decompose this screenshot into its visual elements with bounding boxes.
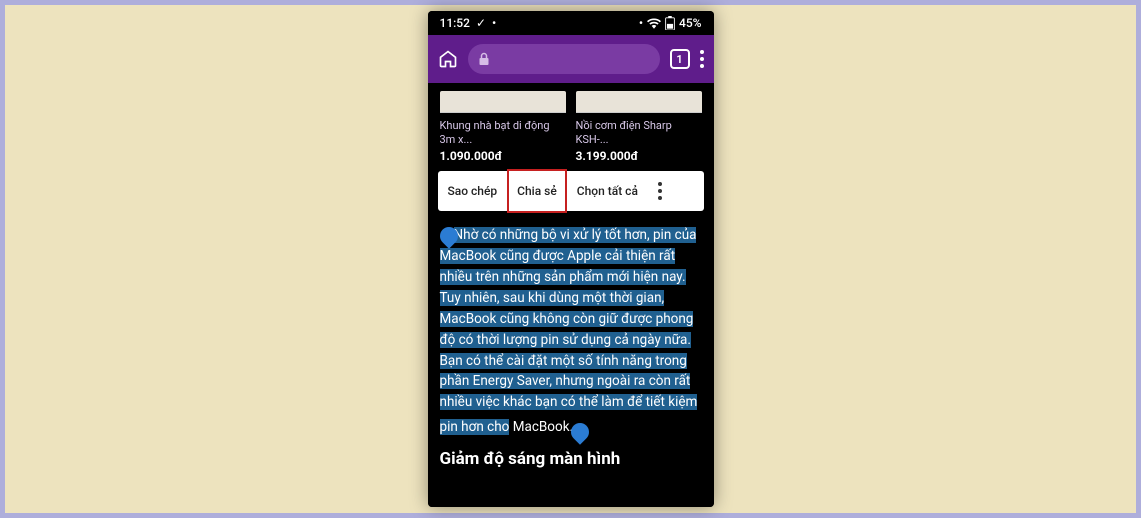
battery-icon <box>665 16 675 30</box>
page-content: Khung nhà bạt di động 3m x... 1.090.000đ… <box>428 83 714 507</box>
tab-count: 1 <box>676 53 682 66</box>
more-options-icon[interactable] <box>648 182 672 200</box>
product-card[interactable]: Nồi cơm điện Sharp KSH-... 3.199.000đ <box>576 91 702 163</box>
product-price: 3.199.000đ <box>576 149 702 163</box>
product-price: 1.090.000đ <box>440 149 566 163</box>
home-icon[interactable] <box>438 49 458 69</box>
status-check-icon: ✓ <box>476 16 486 30</box>
product-card[interactable]: Khung nhà bạt di động 3m x... 1.090.000đ <box>440 91 566 163</box>
status-dot-icon: • <box>492 16 496 30</box>
wifi-icon <box>647 18 661 29</box>
status-time: 11:52 <box>440 16 470 30</box>
tabs-button[interactable]: 1 <box>670 49 690 69</box>
article-heading: Giảm độ sáng màn hình <box>440 446 702 472</box>
share-button[interactable]: Chia sẻ <box>507 169 567 213</box>
page-frame: Tipske.com 11:52 ✓ • • 45% 1 <box>5 5 1136 513</box>
phone-screenshot: 11:52 ✓ • • 45% 1 <box>428 11 714 507</box>
product-name: Nồi cơm điện Sharp KSH-... <box>576 119 702 147</box>
product-row: Khung nhà bạt di động 3m x... 1.090.000đ… <box>440 91 702 163</box>
article-body[interactable]: Nhờ có những bộ vi xử lý tốt hơn, pin củ… <box>440 221 702 473</box>
browser-menu-icon[interactable] <box>700 50 704 68</box>
product-image <box>440 91 566 113</box>
product-image <box>576 91 702 113</box>
lock-icon <box>478 52 490 66</box>
browser-toolbar: 1 <box>428 35 714 83</box>
article-tail: MacBook. <box>513 419 573 435</box>
text-selection-menu: Sao chép Chia sẻ Chọn tất cả <box>438 171 704 211</box>
select-all-button[interactable]: Chọn tất cả <box>567 171 648 211</box>
selected-text: Nhờ có những bộ vi xử lý tốt hơn, pin củ… <box>440 227 698 435</box>
product-name: Khung nhà bạt di động 3m x... <box>440 119 566 147</box>
status-dot-icon: • <box>639 16 643 30</box>
status-bar: 11:52 ✓ • • 45% <box>428 11 714 35</box>
battery-percent: 45% <box>679 16 701 30</box>
copy-button[interactable]: Sao chép <box>438 171 508 211</box>
url-bar[interactable] <box>468 44 660 74</box>
